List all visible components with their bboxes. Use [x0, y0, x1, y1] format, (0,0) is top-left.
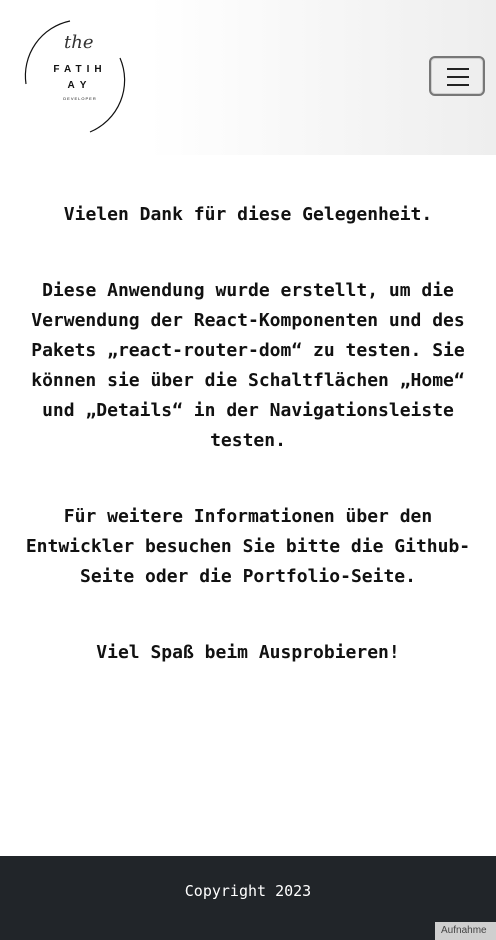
logo-arcs	[24, 20, 126, 133]
copyright-text: Copyright 2023	[184, 882, 312, 900]
main-content: Vielen Dank für diese Gelegenheit. Diese…	[18, 200, 478, 714]
closing-paragraph: Viel Spaß beim Ausprobieren!	[96, 642, 400, 663]
navbar: the FATIH AY DEVELOPER	[0, 0, 496, 155]
hamburger-bar	[447, 68, 469, 70]
logo-name-line1: FATIH	[53, 64, 107, 75]
brand-logo[interactable]: the FATIH AY DEVELOPER	[10, 8, 150, 146]
logo-subtitle: DEVELOPER	[63, 96, 97, 101]
hamburger-bar	[447, 76, 469, 78]
navbar-toggle-button[interactable]	[429, 56, 485, 96]
app-description-paragraph: Diese Anwendung wurde erstellt, um die V…	[31, 280, 465, 451]
footer: Copyright 2023	[0, 856, 496, 940]
logo-script-text: the	[64, 32, 94, 53]
recording-badge[interactable]: Aufnahme	[435, 922, 496, 940]
hamburger-bar	[447, 84, 469, 86]
developer-info-paragraph: Für weitere Informationen über den Entwi…	[25, 506, 471, 587]
thanks-paragraph: Vielen Dank für diese Gelegenheit.	[63, 204, 433, 225]
logo-name-line2: AY	[67, 80, 93, 91]
